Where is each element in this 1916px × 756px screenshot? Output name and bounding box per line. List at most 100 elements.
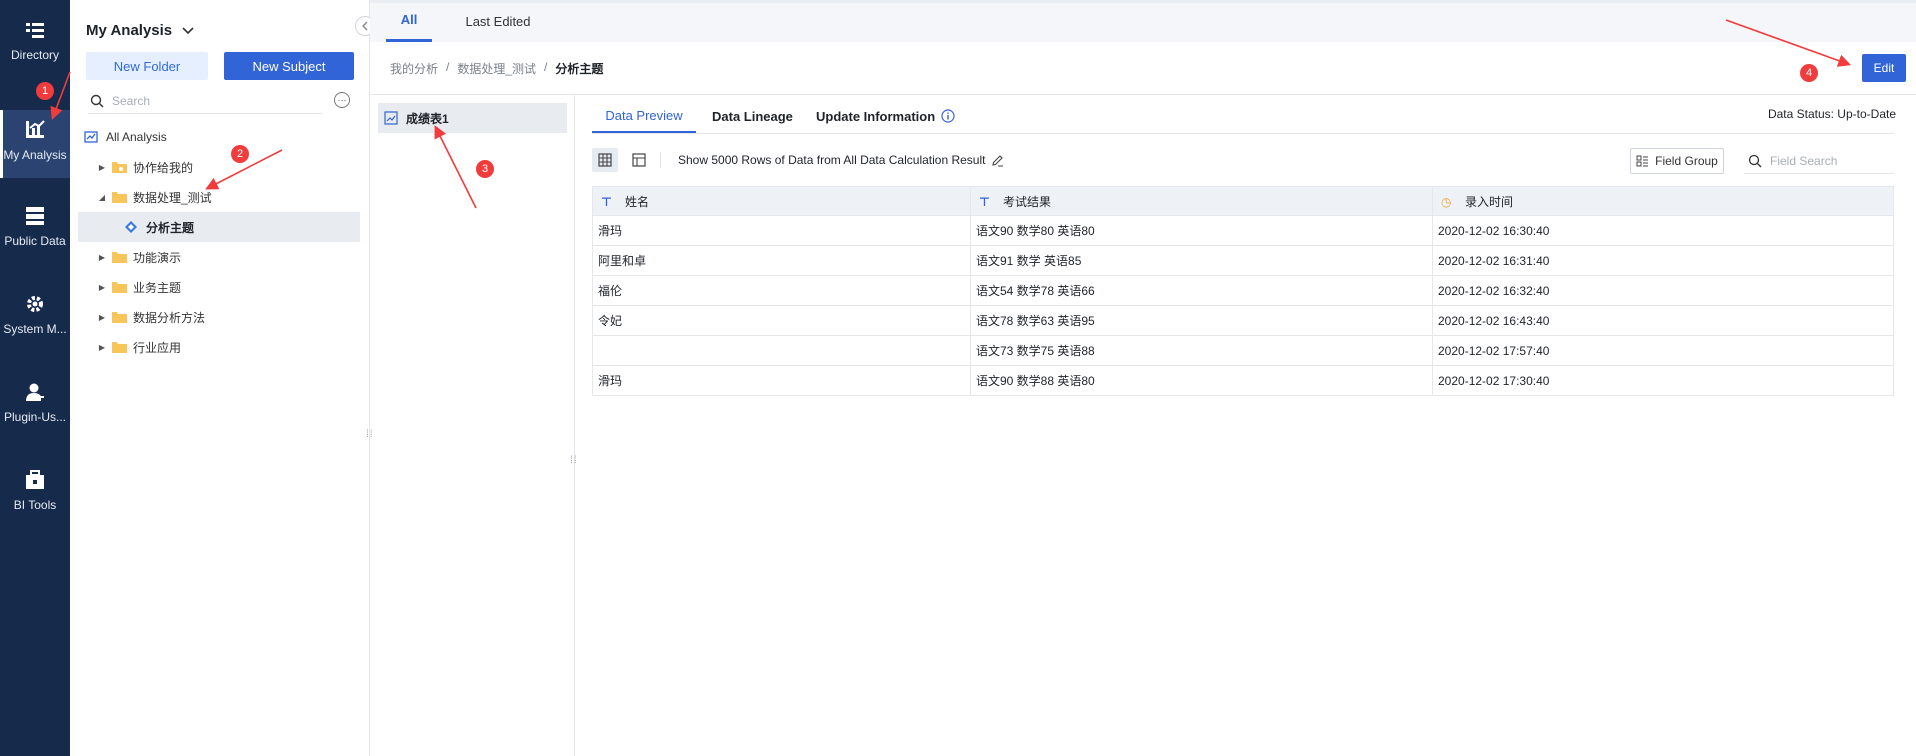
text-type-icon: ⊤ bbox=[979, 194, 990, 209]
pencil-icon[interactable] bbox=[991, 154, 1004, 167]
grid-view-button[interactable] bbox=[592, 148, 618, 172]
table-cell[interactable]: 滑玛 bbox=[592, 365, 971, 396]
rail-item-label: Directory bbox=[10, 48, 59, 62]
table-cell[interactable]: 2020-12-02 17:30:40 bbox=[1432, 365, 1894, 396]
field-group-button[interactable]: Field Group bbox=[1630, 148, 1724, 174]
resize-handle-icon[interactable]: ⁞⁞ bbox=[570, 456, 578, 466]
tree-item-label: 数据分析方法 bbox=[133, 310, 206, 325]
rail-item-system-management[interactable]: System M... bbox=[0, 294, 70, 366]
rail-item-my-analysis[interactable]: My Analysis bbox=[0, 110, 70, 178]
breadcrumb: 我的分析 / 数据处理_测试 / 分析主题 bbox=[390, 60, 603, 77]
table-cell[interactable]: 令妃 bbox=[592, 305, 971, 336]
annotation-badge: 2 bbox=[231, 145, 249, 163]
layout-icon bbox=[632, 153, 646, 167]
rail-item-bi-tools[interactable]: BI Tools bbox=[0, 470, 70, 542]
table-cell[interactable]: 语文91 数学 英语85 bbox=[970, 245, 1433, 276]
tree-item-industry[interactable]: ▶ 行业应用 bbox=[96, 332, 378, 362]
app-root: Directory My Analysis Public Data System… bbox=[0, 0, 1916, 756]
rail-item-plugin-user[interactable]: Plugin-Us... bbox=[0, 382, 70, 454]
tab-data-lineage[interactable]: Data Lineage bbox=[712, 99, 793, 133]
rail-item-public-data[interactable]: Public Data bbox=[0, 206, 70, 278]
table-cell[interactable]: 2020-12-02 16:31:40 bbox=[1432, 245, 1894, 276]
layout-view-button[interactable] bbox=[626, 148, 652, 172]
table-row: 令妃 语文78 数学63 英语95 2020-12-02 16:43:40 bbox=[592, 305, 1894, 336]
tab-last-edited[interactable]: Last Edited bbox=[460, 0, 536, 42]
tree-item-analysis-methods[interactable]: ▶ 数据分析方法 bbox=[96, 302, 378, 332]
annotation-badge: 4 bbox=[1800, 64, 1818, 82]
column-header[interactable]: ◷ 录入时间 bbox=[1432, 186, 1894, 216]
tree-search-input[interactable] bbox=[112, 93, 302, 108]
tree-item-label: 功能演示 bbox=[133, 250, 182, 265]
tree-item-data-processing[interactable]: ◢ 数据处理_测试 bbox=[96, 182, 378, 212]
tree-item-label: 分析主题 bbox=[146, 220, 195, 235]
tab-all[interactable]: All bbox=[386, 0, 432, 42]
column-header-label: 考试结果 bbox=[1003, 194, 1052, 209]
grid-icon bbox=[598, 153, 612, 167]
table-list-item[interactable]: 成绩表1 bbox=[378, 103, 567, 133]
new-subject-button[interactable]: New Subject bbox=[224, 52, 354, 80]
table-cell[interactable]: 阿里和卓 bbox=[592, 245, 971, 276]
breadcrumb-item[interactable]: 我的分析 bbox=[390, 60, 438, 77]
left-rail: Directory My Analysis Public Data System… bbox=[0, 0, 70, 756]
tree-item-business-subject[interactable]: ▶ 业务主题 bbox=[96, 272, 378, 302]
tab-update-information[interactable]: Update Information bbox=[816, 99, 955, 133]
breadcrumb-separator: / bbox=[544, 60, 548, 74]
table-cell[interactable]: 2020-12-02 17:57:40 bbox=[1432, 335, 1894, 366]
field-group-icon bbox=[1636, 155, 1649, 167]
column-header-label: 录入时间 bbox=[1465, 194, 1514, 209]
column-header-label: 姓名 bbox=[625, 194, 650, 209]
tree-item-analysis-subject[interactable]: 分析主题 bbox=[78, 212, 360, 242]
table-cell[interactable]: 2020-12-02 16:43:40 bbox=[1432, 305, 1894, 336]
caret-down-icon: ◢ bbox=[98, 192, 106, 202]
table-cell[interactable]: 滑玛 bbox=[592, 215, 971, 246]
more-options-icon[interactable]: ··· bbox=[334, 92, 350, 108]
rail-item-directory[interactable]: Directory bbox=[0, 22, 70, 94]
breadcrumb-separator: / bbox=[446, 60, 450, 74]
tree-item-all-analysis[interactable]: All Analysis bbox=[84, 122, 366, 152]
table-cell[interactable]: 语文78 数学63 英语95 bbox=[970, 305, 1433, 336]
data-status: Data Status: Up-to-Date bbox=[1767, 107, 1896, 121]
table-cell[interactable]: 2020-12-02 16:32:40 bbox=[1432, 275, 1894, 306]
table-cell[interactable]: 语文90 数学88 英语80 bbox=[970, 365, 1433, 396]
annotation-badge: 3 bbox=[476, 160, 494, 178]
table-row: 语文73 数学75 英语88 2020-12-02 17:57:40 bbox=[592, 335, 1894, 366]
field-group-label: Field Group bbox=[1655, 154, 1718, 168]
tree-item-label: 协作给我的 bbox=[133, 160, 194, 175]
tree-search bbox=[88, 88, 322, 114]
breadcrumb-item[interactable]: 数据处理_测试 bbox=[457, 60, 536, 77]
rows-info: Show 5000 Rows of Data from All Data Cal… bbox=[678, 153, 1004, 167]
table-cell[interactable]: 语文90 数学80 英语80 bbox=[970, 215, 1433, 246]
analysis-chart-icon bbox=[84, 131, 98, 143]
caret-right-icon: ▶ bbox=[98, 282, 106, 292]
gear-icon bbox=[27, 296, 43, 312]
database-icon bbox=[26, 207, 44, 225]
divider bbox=[592, 133, 1894, 134]
rail-item-label: Plugin-Us... bbox=[3, 410, 67, 424]
search-icon bbox=[1748, 154, 1762, 167]
table-list-item-label: 成绩表1 bbox=[406, 111, 449, 126]
caret-right-icon: ▶ bbox=[98, 312, 106, 322]
edit-button[interactable]: Edit bbox=[1862, 54, 1906, 82]
chevron-down-icon bbox=[182, 26, 194, 34]
tree-item-label: 业务主题 bbox=[133, 280, 182, 295]
tree-item-label: 数据处理_测试 bbox=[133, 190, 212, 205]
column-header[interactable]: ⊤ 考试结果 bbox=[970, 186, 1433, 216]
table-cell[interactable]: 语文73 数学75 英语88 bbox=[970, 335, 1433, 366]
top-tab-bar bbox=[370, 0, 1916, 42]
user-icon bbox=[26, 383, 44, 401]
table-cell[interactable] bbox=[592, 335, 971, 366]
folder-icon bbox=[112, 192, 127, 203]
tree-title[interactable]: My Analysis bbox=[86, 22, 194, 39]
field-search-input[interactable] bbox=[1770, 153, 1888, 168]
column-header[interactable]: ⊤ 姓名 bbox=[592, 186, 971, 216]
tree-item-feature-demo[interactable]: ▶ 功能演示 bbox=[96, 242, 378, 272]
tab-data-preview[interactable]: Data Preview bbox=[592, 99, 696, 133]
table-cell[interactable]: 语文54 数学78 英语66 bbox=[970, 275, 1433, 306]
field-search bbox=[1744, 148, 1894, 174]
new-folder-button[interactable]: New Folder bbox=[86, 52, 208, 80]
table-row: 阿里和卓 语文91 数学 英语85 2020-12-02 16:31:40 bbox=[592, 245, 1894, 276]
table-cell[interactable]: 2020-12-02 16:30:40 bbox=[1432, 215, 1894, 246]
table-cell[interactable]: 福伦 bbox=[592, 275, 971, 306]
folder-icon bbox=[112, 312, 127, 323]
caret-right-icon: ▶ bbox=[98, 342, 106, 352]
